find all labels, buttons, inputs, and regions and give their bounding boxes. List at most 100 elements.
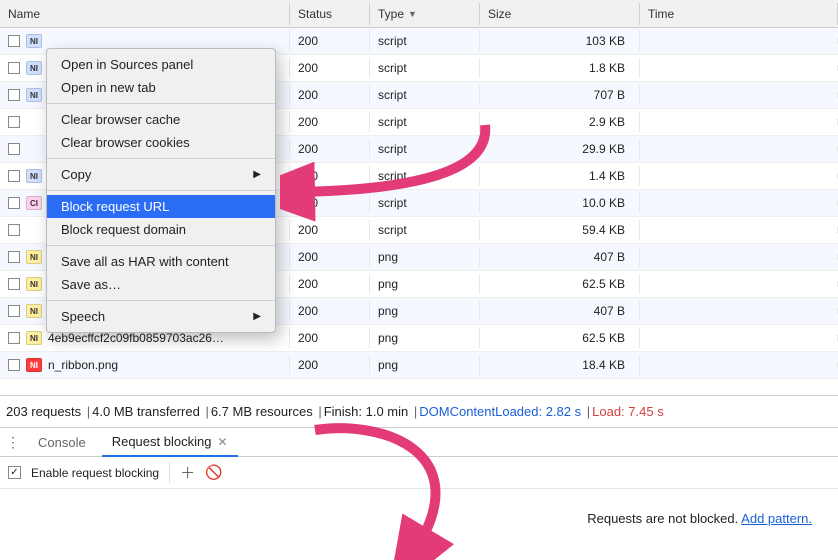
menu-item-label: Clear browser cookies bbox=[61, 135, 190, 150]
cell-size: 18.4 KB bbox=[480, 355, 640, 375]
cell-size: 62.5 KB bbox=[480, 328, 640, 348]
menu-item-label: Clear browser cache bbox=[61, 112, 180, 127]
enable-blocking-checkbox[interactable]: ✓ bbox=[8, 466, 21, 479]
menu-item[interactable]: Block request domain bbox=[47, 218, 275, 241]
tab-request-blocking[interactable]: Request blocking ✕ bbox=[102, 428, 238, 457]
menu-item[interactable]: Speech▶ bbox=[47, 305, 275, 328]
col-header-name[interactable]: Name bbox=[0, 3, 290, 25]
row-checkbox[interactable] bbox=[8, 62, 20, 74]
cell-time bbox=[640, 38, 838, 44]
cell-time bbox=[640, 65, 838, 71]
cell-size: 62.5 KB bbox=[480, 274, 640, 294]
cell-time bbox=[640, 281, 838, 287]
row-checkbox[interactable] bbox=[8, 89, 20, 101]
col-header-time[interactable]: Time bbox=[640, 3, 838, 25]
cell-time bbox=[640, 92, 838, 98]
name-text: n_ribbon.png bbox=[48, 358, 118, 372]
row-checkbox[interactable] bbox=[8, 251, 20, 263]
chevron-right-icon: ▶ bbox=[253, 169, 261, 180]
initiator-badge: NI bbox=[26, 250, 42, 264]
cell-size: 407 B bbox=[480, 247, 640, 267]
cell-size: 10.0 KB bbox=[480, 193, 640, 213]
row-checkbox[interactable] bbox=[8, 305, 20, 317]
cell-status: 200 bbox=[290, 220, 370, 240]
col-header-size[interactable]: Size bbox=[480, 3, 640, 25]
row-checkbox[interactable] bbox=[8, 359, 20, 371]
menu-separator bbox=[47, 245, 275, 246]
cell-type: script bbox=[370, 112, 480, 132]
status-transferred: 4.0 MB transferred bbox=[92, 404, 211, 419]
cell-status: 200 bbox=[290, 301, 370, 321]
menu-item-label: Block request domain bbox=[61, 222, 186, 237]
cell-time bbox=[640, 335, 838, 341]
sort-desc-icon: ▼ bbox=[408, 9, 417, 19]
status-finish: Finish: 1.0 min bbox=[324, 404, 420, 419]
row-checkbox[interactable] bbox=[8, 197, 20, 209]
col-header-status[interactable]: Status bbox=[290, 3, 370, 25]
menu-item[interactable]: Save all as HAR with content bbox=[47, 250, 275, 273]
cell-status: 200 bbox=[290, 112, 370, 132]
cell-time bbox=[640, 146, 838, 152]
tab-console[interactable]: Console bbox=[28, 429, 96, 456]
cell-type: script bbox=[370, 139, 480, 159]
row-checkbox[interactable] bbox=[8, 332, 20, 344]
context-menu: Open in Sources panel Open in new tab Clea… bbox=[46, 48, 276, 333]
menu-item[interactable]: Open in new tab bbox=[47, 76, 275, 99]
initiator-badge: NI bbox=[26, 34, 42, 48]
clear-patterns-icon[interactable]: 🚫 bbox=[205, 464, 222, 481]
row-checkbox[interactable] bbox=[8, 116, 20, 128]
menu-item[interactable]: Clear browser cookies bbox=[47, 131, 275, 154]
menu-item[interactable]: Copy ▶ bbox=[47, 163, 275, 186]
initiator-badge: NI bbox=[26, 358, 42, 372]
row-checkbox[interactable] bbox=[8, 224, 20, 236]
cell-type: script bbox=[370, 166, 480, 186]
status-requests: 203 requests bbox=[6, 404, 92, 419]
add-pattern-icon[interactable]: ＋ bbox=[169, 462, 195, 483]
initiator-badge bbox=[26, 115, 42, 129]
table-row[interactable]: NIn_ribbon.png200png18.4 KB bbox=[0, 352, 838, 379]
cell-type: script bbox=[370, 193, 480, 213]
cell-type: png bbox=[370, 301, 480, 321]
col-header-type[interactable]: Type ▼ bbox=[370, 3, 480, 25]
cell-name: NI n_ribbon.png bbox=[0, 355, 290, 375]
cell-type: png bbox=[370, 247, 480, 267]
row-checkbox[interactable] bbox=[8, 35, 20, 47]
cell-time bbox=[640, 227, 838, 233]
menu-item-label: Copy bbox=[61, 167, 91, 182]
menu-item-label: Block request URL bbox=[61, 199, 169, 214]
initiator-badge bbox=[26, 142, 42, 156]
initiator-badge: NI bbox=[26, 61, 42, 75]
menu-item[interactable]: Block request URL bbox=[47, 195, 275, 218]
cell-status: 200 bbox=[290, 328, 370, 348]
row-checkbox[interactable] bbox=[8, 170, 20, 182]
cell-time bbox=[640, 254, 838, 260]
drawer-menu-icon[interactable]: ⋮ bbox=[4, 434, 22, 451]
menu-item-label: Open in new tab bbox=[61, 80, 156, 95]
add-pattern-link[interactable]: Add pattern. bbox=[741, 511, 812, 526]
status-bar: 203 requests 4.0 MB transferred 6.7 MB r… bbox=[0, 395, 838, 427]
menu-item-label: Save all as HAR with content bbox=[61, 254, 229, 269]
cell-status: 200 bbox=[290, 274, 370, 294]
cell-size: 29.9 KB bbox=[480, 139, 640, 159]
cell-status: 200 bbox=[290, 58, 370, 78]
cell-size: 407 B bbox=[480, 301, 640, 321]
cell-status: 200 bbox=[290, 355, 370, 375]
initiator-badge: NI bbox=[26, 88, 42, 102]
col-header-type-label: Type bbox=[378, 7, 404, 21]
cell-type: png bbox=[370, 274, 480, 294]
cell-type: png bbox=[370, 328, 480, 348]
menu-item[interactable]: Open in Sources panel bbox=[47, 53, 275, 76]
cell-status: 200 bbox=[290, 139, 370, 159]
row-checkbox[interactable] bbox=[8, 143, 20, 155]
menu-separator bbox=[47, 158, 275, 159]
menu-item[interactable]: Clear browser cache bbox=[47, 108, 275, 131]
cell-time bbox=[640, 200, 838, 206]
cell-type: script bbox=[370, 31, 480, 51]
menu-item[interactable]: Save as… bbox=[47, 273, 275, 296]
row-checkbox[interactable] bbox=[8, 278, 20, 290]
drawer-tabs: ⋮ Console Request blocking ✕ bbox=[0, 427, 838, 457]
close-icon[interactable]: ✕ bbox=[217, 435, 227, 449]
cell-time bbox=[640, 173, 838, 179]
blocking-empty-state: Requests are not blocked. Add pattern. bbox=[0, 489, 838, 526]
initiator-badge: NI bbox=[26, 331, 42, 345]
